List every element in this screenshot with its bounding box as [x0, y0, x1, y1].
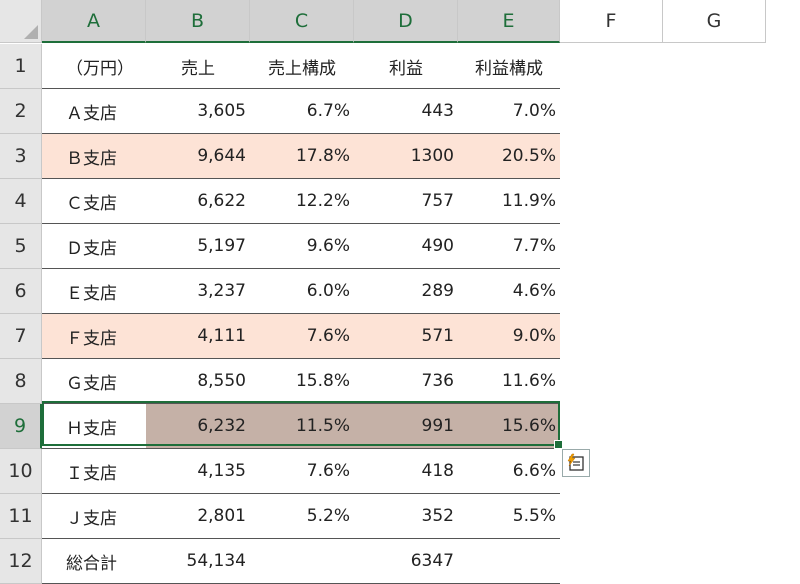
row-header-8[interactable]: 8 — [0, 359, 42, 404]
cell-b11[interactable]: 2,801 — [146, 494, 250, 538]
cell-d2[interactable]: 443 — [354, 89, 458, 133]
column-header-a[interactable]: A — [42, 0, 146, 43]
table-row: Ｇ支店 8,550 15.8% 736 11.6% — [42, 359, 560, 404]
cell-d12[interactable]: 6347 — [354, 539, 458, 583]
cell-e3[interactable]: 20.5% — [458, 134, 560, 178]
select-all-triangle-icon — [24, 25, 38, 39]
cell-e5[interactable]: 7.7% — [458, 224, 560, 268]
cell-d4[interactable]: 757 — [354, 179, 458, 223]
cell-c9[interactable]: 11.5% — [250, 404, 354, 448]
cell-c3[interactable]: 17.8% — [250, 134, 354, 178]
cell-a3[interactable]: Ｂ支店 — [42, 134, 146, 178]
cell-b4[interactable]: 6,622 — [146, 179, 250, 223]
row-header-11[interactable]: 11 — [0, 494, 42, 539]
cell-b12[interactable]: 54,134 — [146, 539, 250, 583]
cell-c4[interactable]: 12.2% — [250, 179, 354, 223]
cell-c8[interactable]: 15.8% — [250, 359, 354, 403]
cell-e1[interactable]: 利益構成 — [458, 44, 560, 88]
table-row: Ｉ支店 4,135 7.6% 418 6.6% — [42, 449, 560, 494]
cell-e8[interactable]: 11.6% — [458, 359, 560, 403]
cell-c1[interactable]: 売上構成 — [250, 44, 354, 88]
cell-e4[interactable]: 11.9% — [458, 179, 560, 223]
column-header-c[interactable]: C — [250, 0, 354, 43]
table-row: Ｄ支店 5,197 9.6% 490 7.7% — [42, 224, 560, 269]
cell-c5[interactable]: 9.6% — [250, 224, 354, 268]
row-header-12[interactable]: 12 — [0, 539, 42, 584]
cell-a12[interactable]: 総合計 — [42, 539, 146, 583]
cell-b10[interactable]: 4,135 — [146, 449, 250, 493]
table-row: Ｆ支店 4,111 7.6% 571 9.0% — [42, 314, 560, 359]
cell-a10[interactable]: Ｉ支店 — [42, 449, 146, 493]
table-row: Ｂ支店 9,644 17.8% 1300 20.5% — [42, 134, 560, 179]
cell-b6[interactable]: 3,237 — [146, 269, 250, 313]
cell-b3[interactable]: 9,644 — [146, 134, 250, 178]
row-header-2[interactable]: 2 — [0, 89, 42, 134]
cell-b2[interactable]: 3,605 — [146, 89, 250, 133]
row-header-10[interactable]: 10 — [0, 449, 42, 494]
cell-e9[interactable]: 15.6% — [458, 404, 560, 448]
row-header-7[interactable]: 7 — [0, 314, 42, 359]
cell-d9[interactable]: 991 — [354, 404, 458, 448]
table-row: Ｃ支店 6,622 12.2% 757 11.9% — [42, 179, 560, 224]
cell-e10[interactable]: 6.6% — [458, 449, 560, 493]
row-header-1[interactable]: 1 — [0, 44, 42, 89]
cell-a8[interactable]: Ｇ支店 — [42, 359, 146, 403]
cell-a2[interactable]: Ａ支店 — [42, 89, 146, 133]
cell-c6[interactable]: 6.0% — [250, 269, 354, 313]
column-header-b[interactable]: B — [146, 0, 250, 43]
cell-d8[interactable]: 736 — [354, 359, 458, 403]
cell-d10[interactable]: 418 — [354, 449, 458, 493]
table-row: 総合計 54,134 6347 — [42, 539, 560, 584]
table-row: Ｈ支店 6,232 11.5% 991 15.6% — [42, 404, 560, 449]
cell-b8[interactable]: 8,550 — [146, 359, 250, 403]
row-header-6[interactable]: 6 — [0, 269, 42, 314]
cell-b5[interactable]: 5,197 — [146, 224, 250, 268]
cell-c2[interactable]: 6.7% — [250, 89, 354, 133]
row-header-5[interactable]: 5 — [0, 224, 42, 269]
cell-a9[interactable]: Ｈ支店 — [42, 404, 146, 448]
cell-e2[interactable]: 7.0% — [458, 89, 560, 133]
row-header-9[interactable]: 9 — [0, 404, 42, 449]
cell-e11[interactable]: 5.5% — [458, 494, 560, 538]
cell-d11[interactable]: 352 — [354, 494, 458, 538]
cell-d1[interactable]: 利益 — [354, 44, 458, 88]
spreadsheet-grid: ABCDEFG 1 2 3 4 5 6 7 8 9 10 11 12 （万円） 売上 売上構成 利益 利益構成… — [0, 0, 800, 584]
quick-analysis-icon — [567, 453, 584, 471]
cell-c7[interactable]: 7.6% — [250, 314, 354, 358]
cell-b9[interactable]: 6,232 — [146, 404, 250, 448]
column-header-e[interactable]: E — [458, 0, 560, 43]
row-header-4[interactable]: 4 — [0, 179, 42, 224]
table-row: （万円） 売上 売上構成 利益 利益構成 — [42, 44, 560, 89]
row-header-3[interactable]: 3 — [0, 134, 42, 179]
column-header-d[interactable]: D — [354, 0, 458, 43]
cell-b1[interactable]: 売上 — [146, 44, 250, 88]
cell-c11[interactable]: 5.2% — [250, 494, 354, 538]
cell-d3[interactable]: 1300 — [354, 134, 458, 178]
cell-a1[interactable]: （万円） — [42, 44, 146, 88]
cell-e12[interactable] — [458, 539, 560, 583]
quick-analysis-button[interactable] — [562, 449, 590, 477]
column-header-f[interactable]: F — [560, 0, 663, 43]
cell-a11[interactable]: Ｊ支店 — [42, 494, 146, 538]
column-header-g[interactable]: G — [663, 0, 766, 43]
table-row: Ａ支店 3,605 6.7% 443 7.0% — [42, 89, 560, 134]
cell-e7[interactable]: 9.0% — [458, 314, 560, 358]
select-all-button[interactable] — [0, 0, 42, 43]
cell-c10[interactable]: 7.6% — [250, 449, 354, 493]
cell-c12[interactable] — [250, 539, 354, 583]
cell-d6[interactable]: 289 — [354, 269, 458, 313]
cell-a6[interactable]: Ｅ支店 — [42, 269, 146, 313]
table-row: Ｅ支店 3,237 6.0% 289 4.6% — [42, 269, 560, 314]
cell-b7[interactable]: 4,111 — [146, 314, 250, 358]
cell-a4[interactable]: Ｃ支店 — [42, 179, 146, 223]
cell-a7[interactable]: Ｆ支店 — [42, 314, 146, 358]
cell-e6[interactable]: 4.6% — [458, 269, 560, 313]
cell-d7[interactable]: 571 — [354, 314, 458, 358]
table-row: Ｊ支店 2,801 5.2% 352 5.5% — [42, 494, 560, 539]
cell-d5[interactable]: 490 — [354, 224, 458, 268]
cell-a5[interactable]: Ｄ支店 — [42, 224, 146, 268]
